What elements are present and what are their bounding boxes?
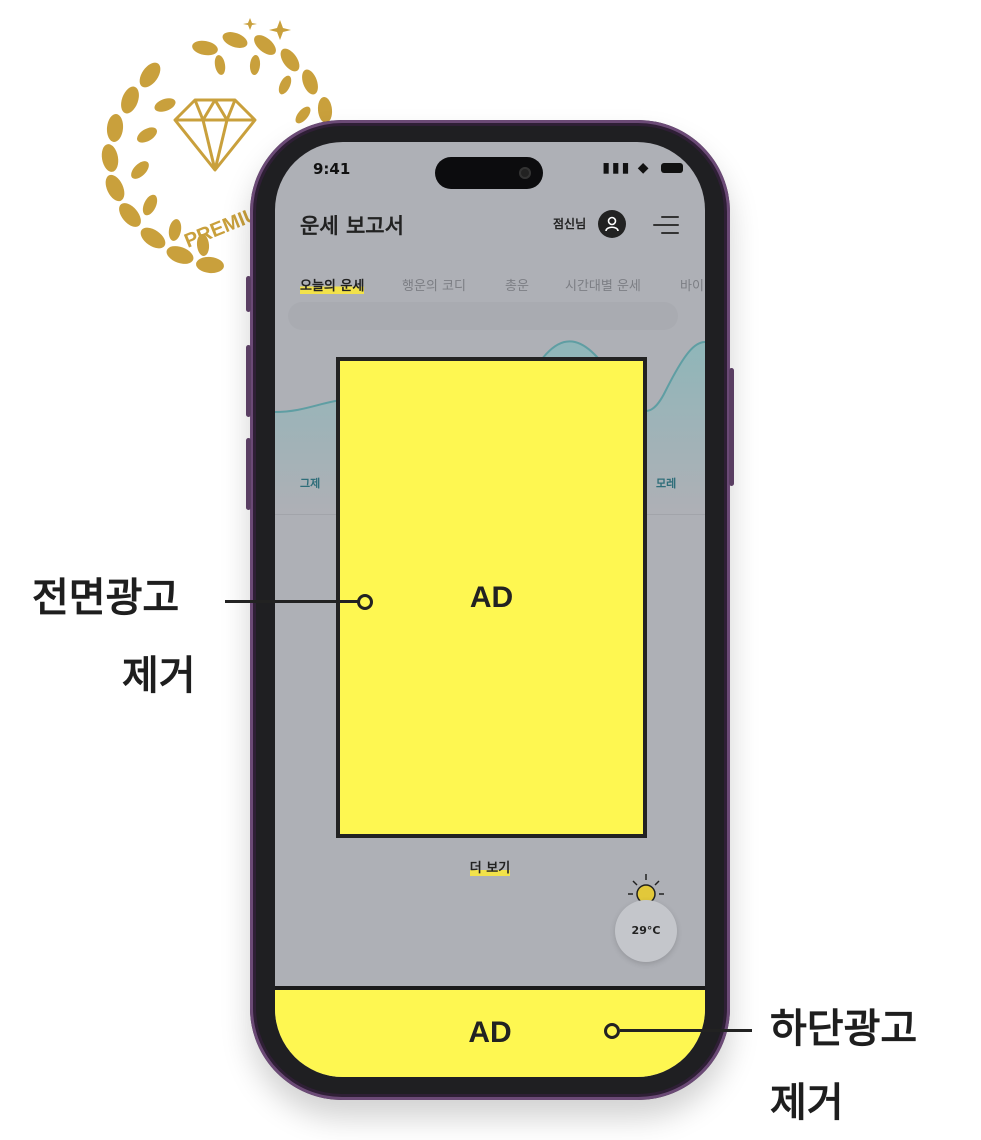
fullscreen-ad-label: AD <box>469 581 514 614</box>
user-icon <box>605 216 619 232</box>
weather-temperature: 29°C <box>631 924 661 937</box>
day-label-after-tomorrow: 모레 <box>656 477 677 490</box>
wifi-icon: ◆ <box>637 160 651 176</box>
callout-bottom-line1: 하단광고 <box>770 1006 918 1052</box>
callout-bottom-line <box>620 1029 752 1032</box>
phone-side-button <box>246 276 251 312</box>
callout-bottom-dot <box>604 1023 620 1039</box>
tab-bio[interactable]: 바이 <box>680 275 704 294</box>
menu-icon[interactable] <box>653 214 679 236</box>
battery-icon <box>661 163 683 173</box>
dynamic-island <box>435 157 543 189</box>
callout-fullscreen-line1: 전면광고 <box>32 575 180 621</box>
more-button-label: 더 보기 <box>469 861 511 876</box>
weather-button[interactable]: 29°C <box>615 900 677 962</box>
fullscreen-ad[interactable]: AD <box>336 357 647 838</box>
callout-bottom-line2: 제거 <box>770 1080 844 1126</box>
tab-lucky-outfit[interactable]: 행운의 코디 <box>402 275 466 294</box>
callout-fullscreen-dot <box>357 594 373 610</box>
phone-volume-up-button <box>246 345 251 417</box>
callout-fullscreen-line <box>225 600 358 603</box>
phone-power-button <box>729 368 734 486</box>
user-name[interactable]: 점신님 <box>553 215 586 232</box>
phone-volume-down-button <box>246 438 251 510</box>
bottom-ad-label: AD <box>468 1016 512 1049</box>
status-icons: ▮▮▮ ◆ <box>602 160 683 176</box>
avatar[interactable] <box>598 210 626 238</box>
page-title: 운세 보고서 <box>300 214 404 238</box>
callout-fullscreen-line2: 제거 <box>122 653 196 699</box>
signal-icon: ▮▮▮ <box>602 160 632 176</box>
tab-today-fortune[interactable]: 오늘의 운세 <box>300 275 365 294</box>
filter-bar[interactable] <box>288 302 678 330</box>
diamond-icon <box>173 98 257 172</box>
status-time: 9:41 <box>313 160 351 178</box>
tab-overall[interactable]: 총운 <box>505 275 529 294</box>
day-label-before-yesterday: 그제 <box>300 477 321 490</box>
tab-hourly-fortune[interactable]: 시간대별 운세 <box>565 275 641 294</box>
camera-icon <box>519 167 531 179</box>
